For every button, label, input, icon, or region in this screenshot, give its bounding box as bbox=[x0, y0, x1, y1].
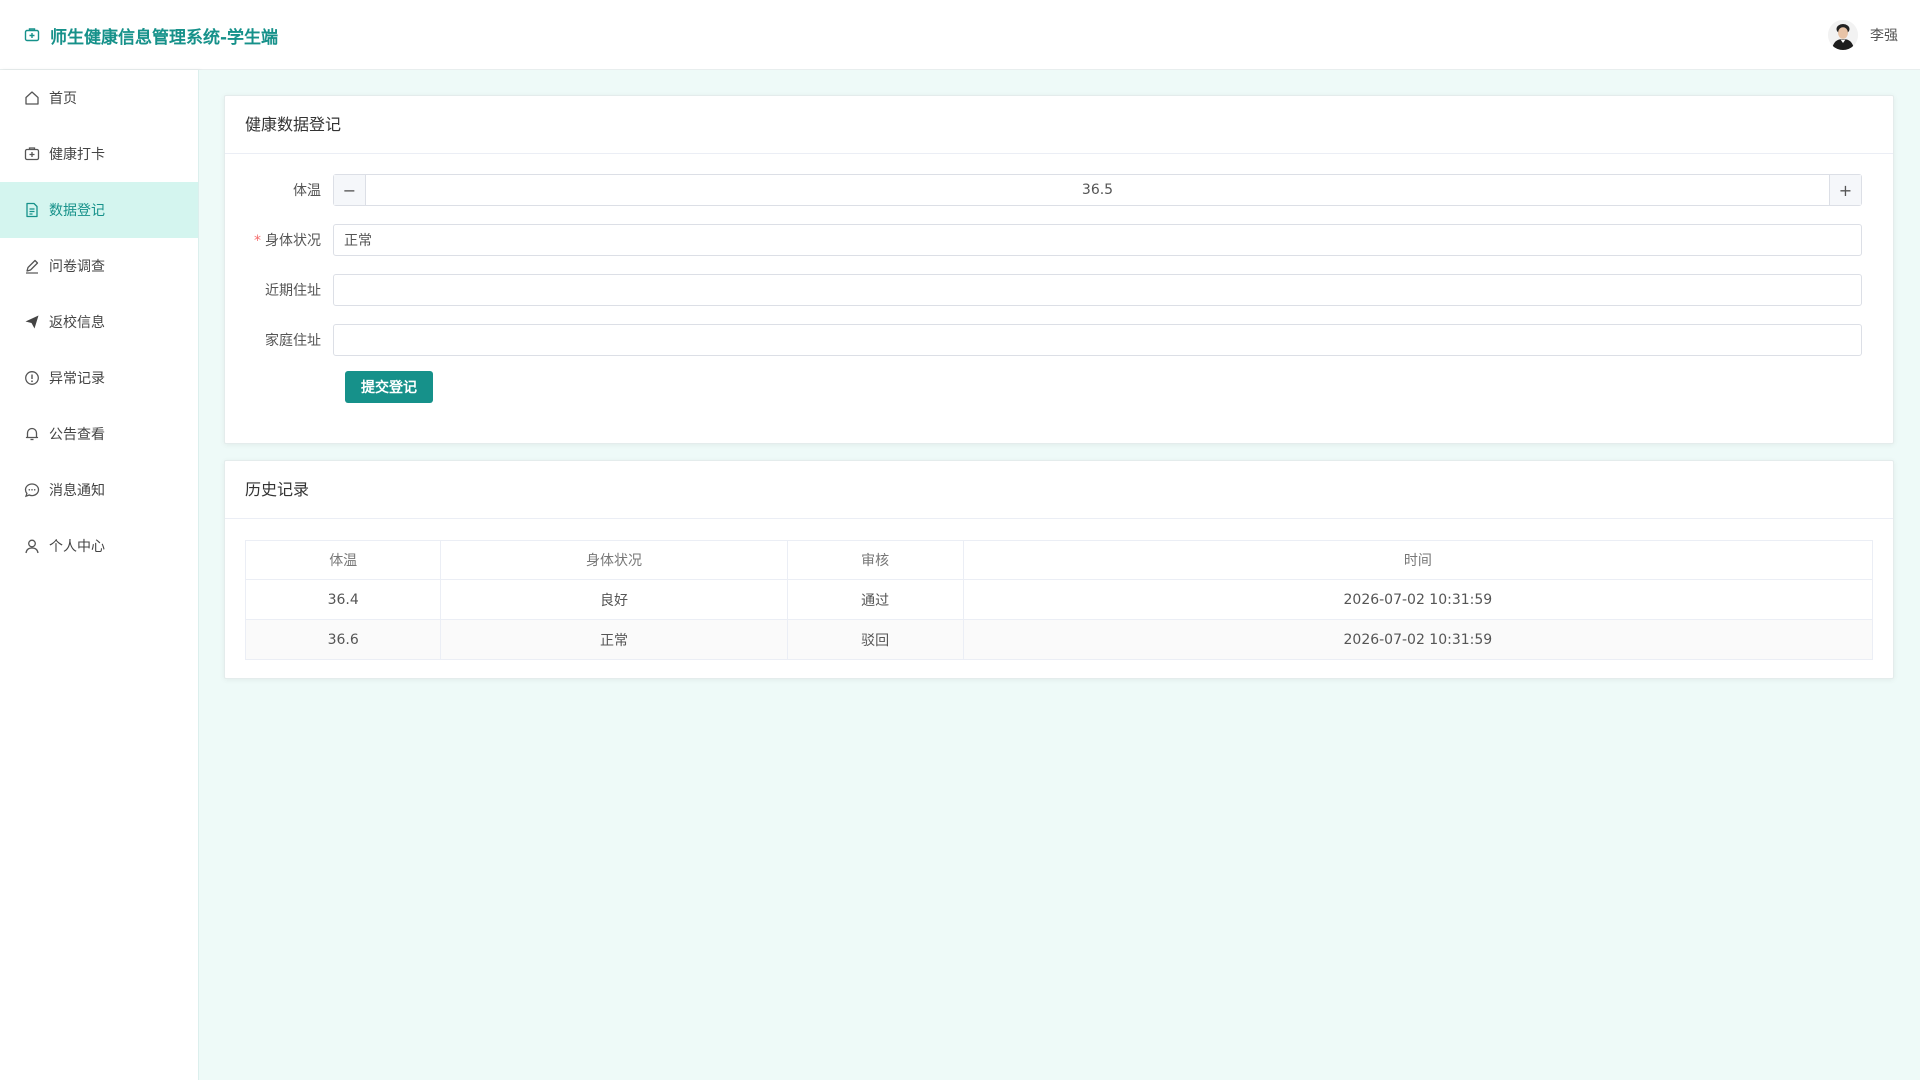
sidebar-item-questionnaire[interactable]: 问卷调查 bbox=[0, 238, 198, 294]
sidebar-item-label: 异常记录 bbox=[49, 371, 105, 387]
cell-temperature: 36.4 bbox=[244, 579, 442, 620]
increment-button[interactable]: + bbox=[1829, 175, 1861, 205]
bell-icon bbox=[25, 427, 39, 441]
cell-review: 驳回 bbox=[786, 619, 964, 660]
home-address-input[interactable] bbox=[333, 324, 1862, 356]
history-card: 历史记录 体温 身体状况 审核 时间 36.4 良好 通过 2026-07-02… bbox=[224, 460, 1894, 679]
sidebar-item-return-info[interactable]: 返校信息 bbox=[0, 294, 198, 350]
app-title: 师生健康信息管理系统-学生端 bbox=[50, 27, 279, 48]
temperature-row: 体温 − 36.5 + bbox=[225, 174, 1893, 206]
history-table: 体温 身体状况 审核 时间 36.4 良好 通过 2026-07-02 10:3… bbox=[244, 540, 1874, 660]
sidebar-item-label: 问卷调查 bbox=[49, 259, 105, 275]
document-icon bbox=[26, 202, 38, 218]
registration-card: 健康数据登记 体温 − 36.5 + * 身体状况 正常 近期住址 家庭住址 提交… bbox=[224, 95, 1894, 444]
sidebar: 首页 健康打卡 数据登记 问卷调查 返校信息 异常记录 公告查看 消息通知 个人… bbox=[0, 70, 199, 575]
username: 李强 bbox=[1870, 28, 1898, 44]
condition-row: * 身体状况 正常 bbox=[225, 224, 1893, 256]
cell-time: 2026-07-02 10:31:59 bbox=[962, 579, 1874, 620]
cell-review: 通过 bbox=[786, 579, 964, 620]
cell-temperature: 36.6 bbox=[244, 619, 442, 660]
table-header-row: 体温 身体状况 审核 时间 bbox=[244, 540, 1874, 580]
sidebar-item-label: 数据登记 bbox=[49, 203, 105, 219]
sidebar-item-data-registration[interactable]: 数据登记 bbox=[0, 182, 198, 238]
medical-kit-icon bbox=[24, 147, 40, 161]
home-address-row: 家庭住址 bbox=[225, 324, 1893, 356]
avatar-image bbox=[1828, 20, 1858, 50]
condition-label: * 身体状况 bbox=[254, 233, 321, 249]
user-icon bbox=[25, 539, 39, 554]
paper-plane-icon bbox=[25, 315, 39, 329]
sidebar-item-home[interactable]: 首页 bbox=[0, 70, 198, 126]
column-header-temperature[interactable]: 体温 bbox=[244, 540, 442, 580]
column-header-review[interactable]: 审核 bbox=[786, 540, 964, 580]
brand: 师生健康信息管理系统-学生端 bbox=[24, 0, 278, 70]
main-content: 健康数据登记 体温 − 36.5 + * 身体状况 正常 近期住址 家庭住址 提交… bbox=[199, 70, 1920, 1080]
user-menu[interactable]: 李强 bbox=[1828, 0, 1898, 70]
cell-condition: 正常 bbox=[440, 619, 788, 660]
sidebar-item-health-checkin[interactable]: 健康打卡 bbox=[0, 126, 198, 182]
temperature-stepper[interactable]: − 36.5 + bbox=[333, 174, 1862, 206]
required-mark: * bbox=[254, 233, 261, 249]
medical-kit-icon bbox=[24, 28, 40, 42]
sidebar-item-announcements[interactable]: 公告查看 bbox=[0, 406, 198, 462]
temperature-label: 体温 bbox=[293, 183, 321, 199]
sidebar-item-label: 个人中心 bbox=[49, 539, 105, 555]
sidebar-item-label: 健康打卡 bbox=[49, 147, 105, 163]
table-row[interactable]: 36.6 正常 驳回 2026-07-02 10:31:59 bbox=[244, 619, 1874, 660]
decrement-button[interactable]: − bbox=[334, 175, 366, 205]
warning-circle-icon bbox=[25, 371, 39, 385]
recent-address-label: 近期住址 bbox=[265, 283, 321, 299]
sidebar-item-abnormal-records[interactable]: 异常记录 bbox=[0, 350, 198, 406]
chat-icon bbox=[24, 483, 40, 498]
registration-card-title: 健康数据登记 bbox=[225, 96, 1893, 154]
sidebar-item-label: 公告查看 bbox=[49, 427, 105, 443]
sidebar-item-label: 返校信息 bbox=[49, 315, 105, 331]
sidebar-filler bbox=[0, 575, 199, 1080]
condition-input[interactable]: 正常 bbox=[333, 224, 1862, 256]
top-header: 师生健康信息管理系统-学生端 李强 bbox=[0, 0, 1920, 70]
avatar[interactable] bbox=[1828, 20, 1858, 50]
cell-condition: 良好 bbox=[440, 579, 788, 620]
temperature-input[interactable]: 36.5 bbox=[366, 175, 1829, 205]
cell-time: 2026-07-02 10:31:59 bbox=[962, 619, 1874, 660]
recent-address-input[interactable] bbox=[333, 274, 1862, 306]
sidebar-item-profile[interactable]: 个人中心 bbox=[0, 518, 198, 574]
home-icon bbox=[25, 91, 39, 105]
recent-address-row: 近期住址 bbox=[225, 274, 1893, 306]
table-row[interactable]: 36.4 良好 通过 2026-07-02 10:31:59 bbox=[244, 579, 1874, 620]
sidebar-item-label: 消息通知 bbox=[49, 483, 105, 499]
column-header-condition[interactable]: 身体状况 bbox=[440, 540, 788, 580]
home-address-label: 家庭住址 bbox=[265, 333, 321, 349]
pen-icon bbox=[26, 259, 39, 274]
history-card-title: 历史记录 bbox=[225, 461, 1893, 519]
sidebar-item-messages[interactable]: 消息通知 bbox=[0, 462, 198, 518]
submit-button[interactable]: 提交登记 bbox=[345, 371, 433, 403]
sidebar-item-label: 首页 bbox=[49, 91, 77, 107]
column-header-time[interactable]: 时间 bbox=[962, 540, 1874, 580]
